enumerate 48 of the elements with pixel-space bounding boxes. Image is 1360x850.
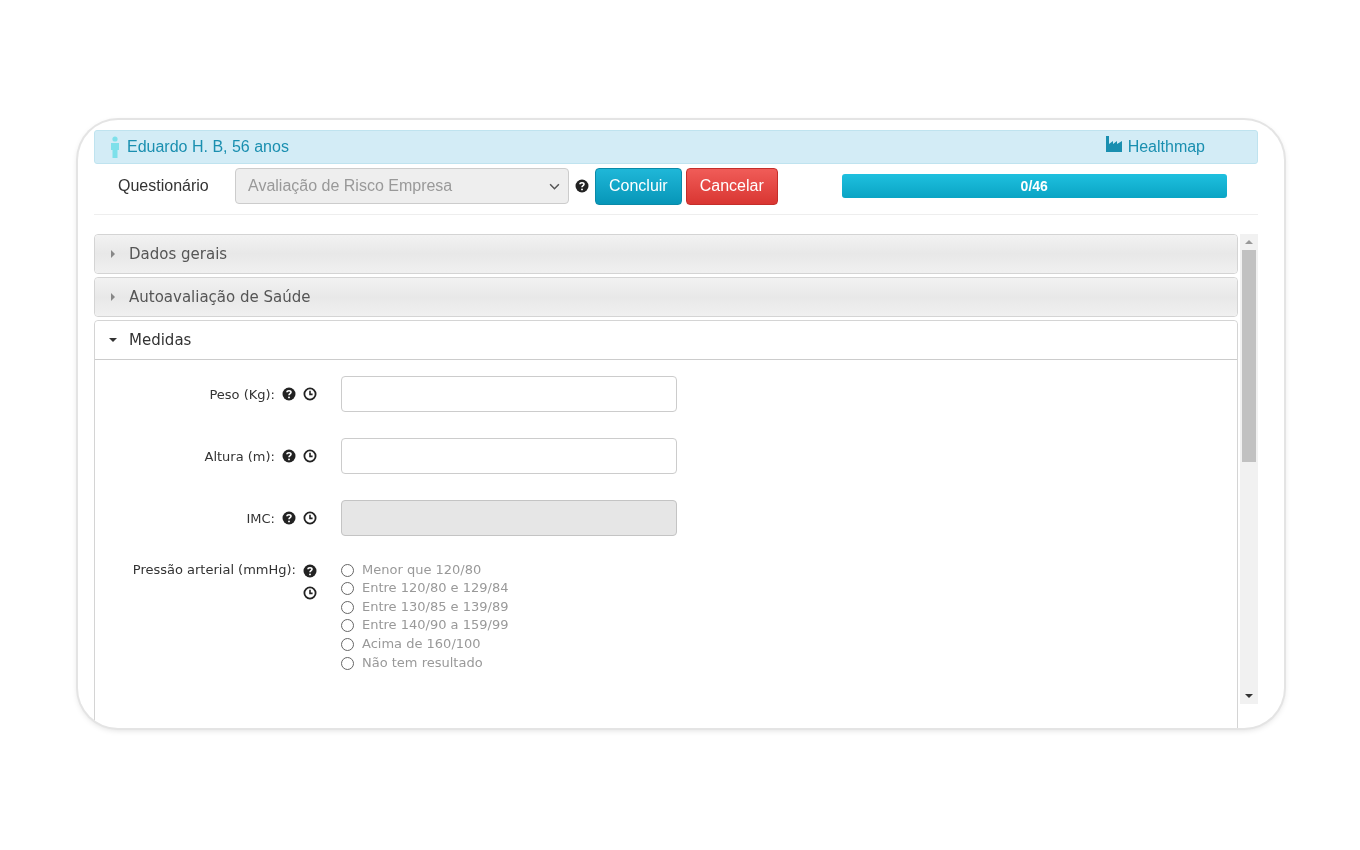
option-label: Entre 140/90 a 159/99	[362, 617, 509, 633]
caret-right-icon	[109, 250, 117, 258]
caret-down-icon	[109, 336, 117, 344]
field-label: IMC:	[246, 510, 275, 526]
section-header[interactable]: Autoavaliação de Saúde	[95, 278, 1237, 316]
field-label: Pressão arterial (mmHg):	[132, 562, 296, 577]
patient-name: Eduardo H. B, 56 anos	[127, 138, 289, 156]
radio-button[interactable]	[341, 563, 354, 577]
factory-icon	[1105, 136, 1122, 152]
section-title: Autoavaliação de Saúde	[129, 288, 311, 306]
radio-button[interactable]	[341, 656, 354, 670]
questionnaire-label: Questionário	[118, 177, 210, 195]
text-field[interactable]	[341, 376, 677, 412]
scroll-down-icon[interactable]	[1245, 693, 1253, 699]
help-icon[interactable]	[303, 564, 317, 578]
scroll-up-icon[interactable]	[1245, 239, 1253, 245]
caret-right-icon	[109, 293, 117, 301]
action-button[interactable]: Cancelar	[685, 167, 778, 205]
clock-icon[interactable]	[303, 586, 317, 600]
scrollbar[interactable]	[1240, 234, 1258, 704]
text-field[interactable]	[341, 438, 677, 474]
help-icon[interactable]	[282, 387, 296, 401]
section-header[interactable]: Dados gerais	[95, 235, 1237, 273]
clock-icon[interactable]	[303, 387, 317, 401]
chevron-down-icon	[549, 182, 560, 190]
option-label: Entre 130/85 e 139/89	[362, 598, 509, 614]
option-label: Entre 120/80 e 129/84	[362, 580, 509, 596]
radio-button[interactable]	[341, 600, 354, 614]
option-label: Acima de 160/100	[362, 635, 481, 651]
help-icon[interactable]	[575, 179, 589, 193]
clock-icon[interactable]	[303, 449, 317, 463]
section-title: Dados gerais	[129, 245, 228, 263]
person-icon	[109, 136, 121, 158]
section-header[interactable]: Medidas	[95, 321, 1237, 360]
help-icon[interactable]	[282, 449, 296, 463]
field-label: Peso (Kg):	[209, 386, 275, 402]
radio-button[interactable]	[341, 637, 354, 651]
action-button[interactable]: Concluir	[595, 167, 682, 205]
radio-button[interactable]	[341, 582, 354, 596]
field-label: Altura (m):	[204, 448, 275, 464]
progress-label: 0/46	[1020, 178, 1048, 194]
help-icon[interactable]	[282, 511, 296, 525]
radio-button[interactable]	[341, 619, 354, 633]
option-label: Não tem resultado	[362, 654, 483, 670]
brand-link[interactable]: Healthmap	[1127, 138, 1205, 156]
clock-icon[interactable]	[303, 511, 317, 525]
option-label: Menor que 120/80	[362, 561, 482, 577]
section-title: Medidas	[129, 331, 192, 349]
